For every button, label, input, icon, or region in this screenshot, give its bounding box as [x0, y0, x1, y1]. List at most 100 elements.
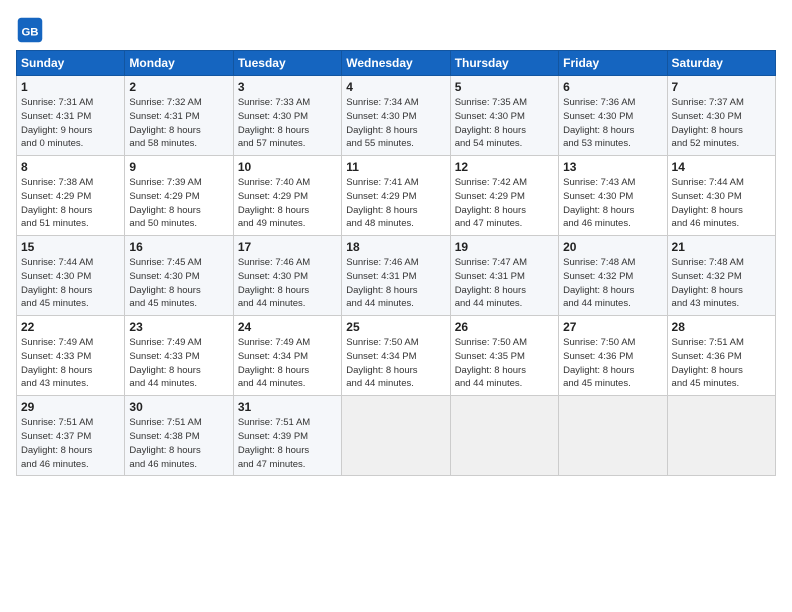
day-number: 15: [21, 240, 120, 254]
calendar-cell: 22 Sunrise: 7:49 AM Sunset: 4:33 PM Dayli…: [17, 316, 125, 396]
day-info: Sunrise: 7:48 AM Sunset: 4:32 PM Dayligh…: [672, 256, 771, 311]
day-info: Sunrise: 7:51 AM Sunset: 4:37 PM Dayligh…: [21, 416, 120, 471]
calendar-cell: 8 Sunrise: 7:38 AM Sunset: 4:29 PM Daylig…: [17, 156, 125, 236]
day-info: Sunrise: 7:41 AM Sunset: 4:29 PM Dayligh…: [346, 176, 445, 231]
day-number: 22: [21, 320, 120, 334]
day-info: Sunrise: 7:48 AM Sunset: 4:32 PM Dayligh…: [563, 256, 662, 311]
calendar-cell: 12Sunrise: 7:42 AM Sunset: 4:29 PM Dayli…: [450, 156, 558, 236]
calendar-cell: 7Sunrise: 7:37 AM Sunset: 4:30 PM Daylig…: [667, 76, 775, 156]
day-number: 19: [455, 240, 554, 254]
day-info: Sunrise: 7:44 AM Sunset: 4:30 PM Dayligh…: [21, 256, 120, 311]
day-info: Sunrise: 7:37 AM Sunset: 4:30 PM Dayligh…: [672, 96, 771, 151]
day-number: 11: [346, 160, 445, 174]
weekday-header-wednesday: Wednesday: [342, 51, 450, 76]
calendar-cell: 4 Sunrise: 7:34 AM Sunset: 4:30 PM Daylig…: [342, 76, 450, 156]
day-info: Sunrise: 7:49 AM Sunset: 4:33 PM Dayligh…: [21, 336, 120, 391]
day-info: Sunrise: 7:46 AM Sunset: 4:31 PM Dayligh…: [346, 256, 445, 311]
weekday-header-sunday: Sunday: [17, 51, 125, 76]
day-info: Sunrise: 7:50 AM Sunset: 4:36 PM Dayligh…: [563, 336, 662, 391]
day-number: 18: [346, 240, 445, 254]
calendar-cell: [667, 396, 775, 476]
day-number: 30: [129, 400, 228, 414]
day-number: 5: [455, 80, 554, 94]
weekday-header-monday: Monday: [125, 51, 233, 76]
calendar-cell: 21 Sunrise: 7:48 AM Sunset: 4:32 PM Dayli…: [667, 236, 775, 316]
day-number: 29: [21, 400, 120, 414]
calendar-cell: 31 Sunrise: 7:51 AM Sunset: 4:39 PM Dayli…: [233, 396, 341, 476]
day-number: 20: [563, 240, 662, 254]
day-info: Sunrise: 7:34 AM Sunset: 4:30 PM Dayligh…: [346, 96, 445, 151]
day-number: 23: [129, 320, 228, 334]
day-info: Sunrise: 7:32 AM Sunset: 4:31 PM Dayligh…: [129, 96, 228, 151]
calendar-cell: 18 Sunrise: 7:46 AM Sunset: 4:31 PM Dayli…: [342, 236, 450, 316]
day-info: Sunrise: 7:40 AM Sunset: 4:29 PM Dayligh…: [238, 176, 337, 231]
calendar-week-row: 15 Sunrise: 7:44 AM Sunset: 4:30 PM Dayli…: [17, 236, 776, 316]
day-number: 17: [238, 240, 337, 254]
day-info: Sunrise: 7:50 AM Sunset: 4:34 PM Dayligh…: [346, 336, 445, 391]
svg-text:GB: GB: [21, 26, 38, 38]
day-number: 28: [672, 320, 771, 334]
day-number: 9: [129, 160, 228, 174]
calendar-cell: 30 Sunrise: 7:51 AM Sunset: 4:38 PM Dayli…: [125, 396, 233, 476]
day-number: 3: [238, 80, 337, 94]
day-number: 25: [346, 320, 445, 334]
calendar-cell: 2 Sunrise: 7:32 AM Sunset: 4:31 PM Daylig…: [125, 76, 233, 156]
calendar-cell: 9 Sunrise: 7:39 AM Sunset: 4:29 PM Daylig…: [125, 156, 233, 236]
day-info: Sunrise: 7:47 AM Sunset: 4:31 PM Dayligh…: [455, 256, 554, 311]
day-number: 14: [672, 160, 771, 174]
day-number: 2: [129, 80, 228, 94]
calendar-week-row: 8 Sunrise: 7:38 AM Sunset: 4:29 PM Daylig…: [17, 156, 776, 236]
day-info: Sunrise: 7:51 AM Sunset: 4:39 PM Dayligh…: [238, 416, 337, 471]
calendar-cell: [450, 396, 558, 476]
day-number: 1: [21, 80, 120, 94]
day-info: Sunrise: 7:49 AM Sunset: 4:34 PM Dayligh…: [238, 336, 337, 391]
day-info: Sunrise: 7:49 AM Sunset: 4:33 PM Dayligh…: [129, 336, 228, 391]
calendar-cell: 16Sunrise: 7:45 AM Sunset: 4:30 PM Dayli…: [125, 236, 233, 316]
calendar-week-row: 22 Sunrise: 7:49 AM Sunset: 4:33 PM Dayli…: [17, 316, 776, 396]
weekday-header-thursday: Thursday: [450, 51, 558, 76]
day-info: Sunrise: 7:35 AM Sunset: 4:30 PM Dayligh…: [455, 96, 554, 151]
calendar-week-row: 29 Sunrise: 7:51 AM Sunset: 4:37 PM Dayli…: [17, 396, 776, 476]
calendar-cell: 20 Sunrise: 7:48 AM Sunset: 4:32 PM Dayli…: [559, 236, 667, 316]
day-number: 31: [238, 400, 337, 414]
header: GB: [16, 12, 776, 44]
calendar-cell: 19 Sunrise: 7:47 AM Sunset: 4:31 PM Dayli…: [450, 236, 558, 316]
day-info: Sunrise: 7:44 AM Sunset: 4:30 PM Dayligh…: [672, 176, 771, 231]
calendar-cell: 27Sunrise: 7:50 AM Sunset: 4:36 PM Dayli…: [559, 316, 667, 396]
weekday-header-tuesday: Tuesday: [233, 51, 341, 76]
logo-icon: GB: [16, 16, 44, 44]
calendar-cell: 10 Sunrise: 7:40 AM Sunset: 4:29 PM Dayli…: [233, 156, 341, 236]
calendar-cell: 13 Sunrise: 7:43 AM Sunset: 4:30 PM Dayli…: [559, 156, 667, 236]
calendar-cell: [342, 396, 450, 476]
calendar-cell: 1Sunrise: 7:31 AM Sunset: 4:31 PM Daylig…: [17, 76, 125, 156]
logo: GB: [16, 16, 48, 44]
calendar-cell: 15 Sunrise: 7:44 AM Sunset: 4:30 PM Dayli…: [17, 236, 125, 316]
day-number: 21: [672, 240, 771, 254]
calendar-week-row: 1Sunrise: 7:31 AM Sunset: 4:31 PM Daylig…: [17, 76, 776, 156]
day-info: Sunrise: 7:46 AM Sunset: 4:30 PM Dayligh…: [238, 256, 337, 311]
day-number: 12: [455, 160, 554, 174]
calendar-cell: 3Sunrise: 7:33 AM Sunset: 4:30 PM Daylig…: [233, 76, 341, 156]
day-number: 26: [455, 320, 554, 334]
day-info: Sunrise: 7:43 AM Sunset: 4:30 PM Dayligh…: [563, 176, 662, 231]
day-info: Sunrise: 7:51 AM Sunset: 4:38 PM Dayligh…: [129, 416, 228, 471]
day-info: Sunrise: 7:51 AM Sunset: 4:36 PM Dayligh…: [672, 336, 771, 391]
calendar-cell: 25 Sunrise: 7:50 AM Sunset: 4:34 PM Dayli…: [342, 316, 450, 396]
calendar-cell: 5 Sunrise: 7:35 AM Sunset: 4:30 PM Daylig…: [450, 76, 558, 156]
calendar-cell: [559, 396, 667, 476]
calendar-cell: 23 Sunrise: 7:49 AM Sunset: 4:33 PM Dayli…: [125, 316, 233, 396]
weekday-header-friday: Friday: [559, 51, 667, 76]
header-row: SundayMondayTuesdayWednesdayThursdayFrid…: [17, 51, 776, 76]
day-number: 6: [563, 80, 662, 94]
calendar-cell: 6Sunrise: 7:36 AM Sunset: 4:30 PM Daylig…: [559, 76, 667, 156]
day-number: 8: [21, 160, 120, 174]
day-number: 10: [238, 160, 337, 174]
weekday-header-saturday: Saturday: [667, 51, 775, 76]
calendar-cell: 14 Sunrise: 7:44 AM Sunset: 4:30 PM Dayli…: [667, 156, 775, 236]
day-number: 4: [346, 80, 445, 94]
day-number: 13: [563, 160, 662, 174]
day-info: Sunrise: 7:39 AM Sunset: 4:29 PM Dayligh…: [129, 176, 228, 231]
day-info: Sunrise: 7:38 AM Sunset: 4:29 PM Dayligh…: [21, 176, 120, 231]
day-number: 24: [238, 320, 337, 334]
day-info: Sunrise: 7:50 AM Sunset: 4:35 PM Dayligh…: [455, 336, 554, 391]
